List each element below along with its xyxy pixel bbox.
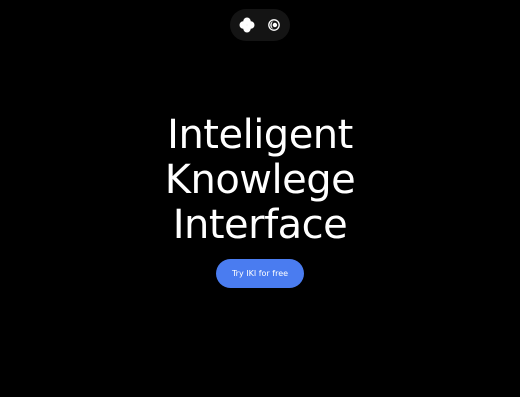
- hero-line-2: Knowlege: [164, 157, 356, 203]
- landing-page: Inteligent Knowlege Interface Try IKI fo…: [0, 0, 520, 397]
- hero-line-3: Interface: [172, 202, 348, 248]
- logo-link[interactable]: [239, 17, 255, 33]
- hero-line-1: Inteligent: [167, 112, 353, 158]
- hero-headline: Inteligent Knowlege Interface: [0, 113, 520, 248]
- theme-toggle-icon: [268, 19, 280, 31]
- top-nav-pill: [230, 9, 290, 41]
- theme-toggle-button[interactable]: [268, 19, 280, 31]
- clover-logo-icon: [239, 17, 255, 33]
- try-iki-button[interactable]: Try IKI for free: [216, 259, 304, 288]
